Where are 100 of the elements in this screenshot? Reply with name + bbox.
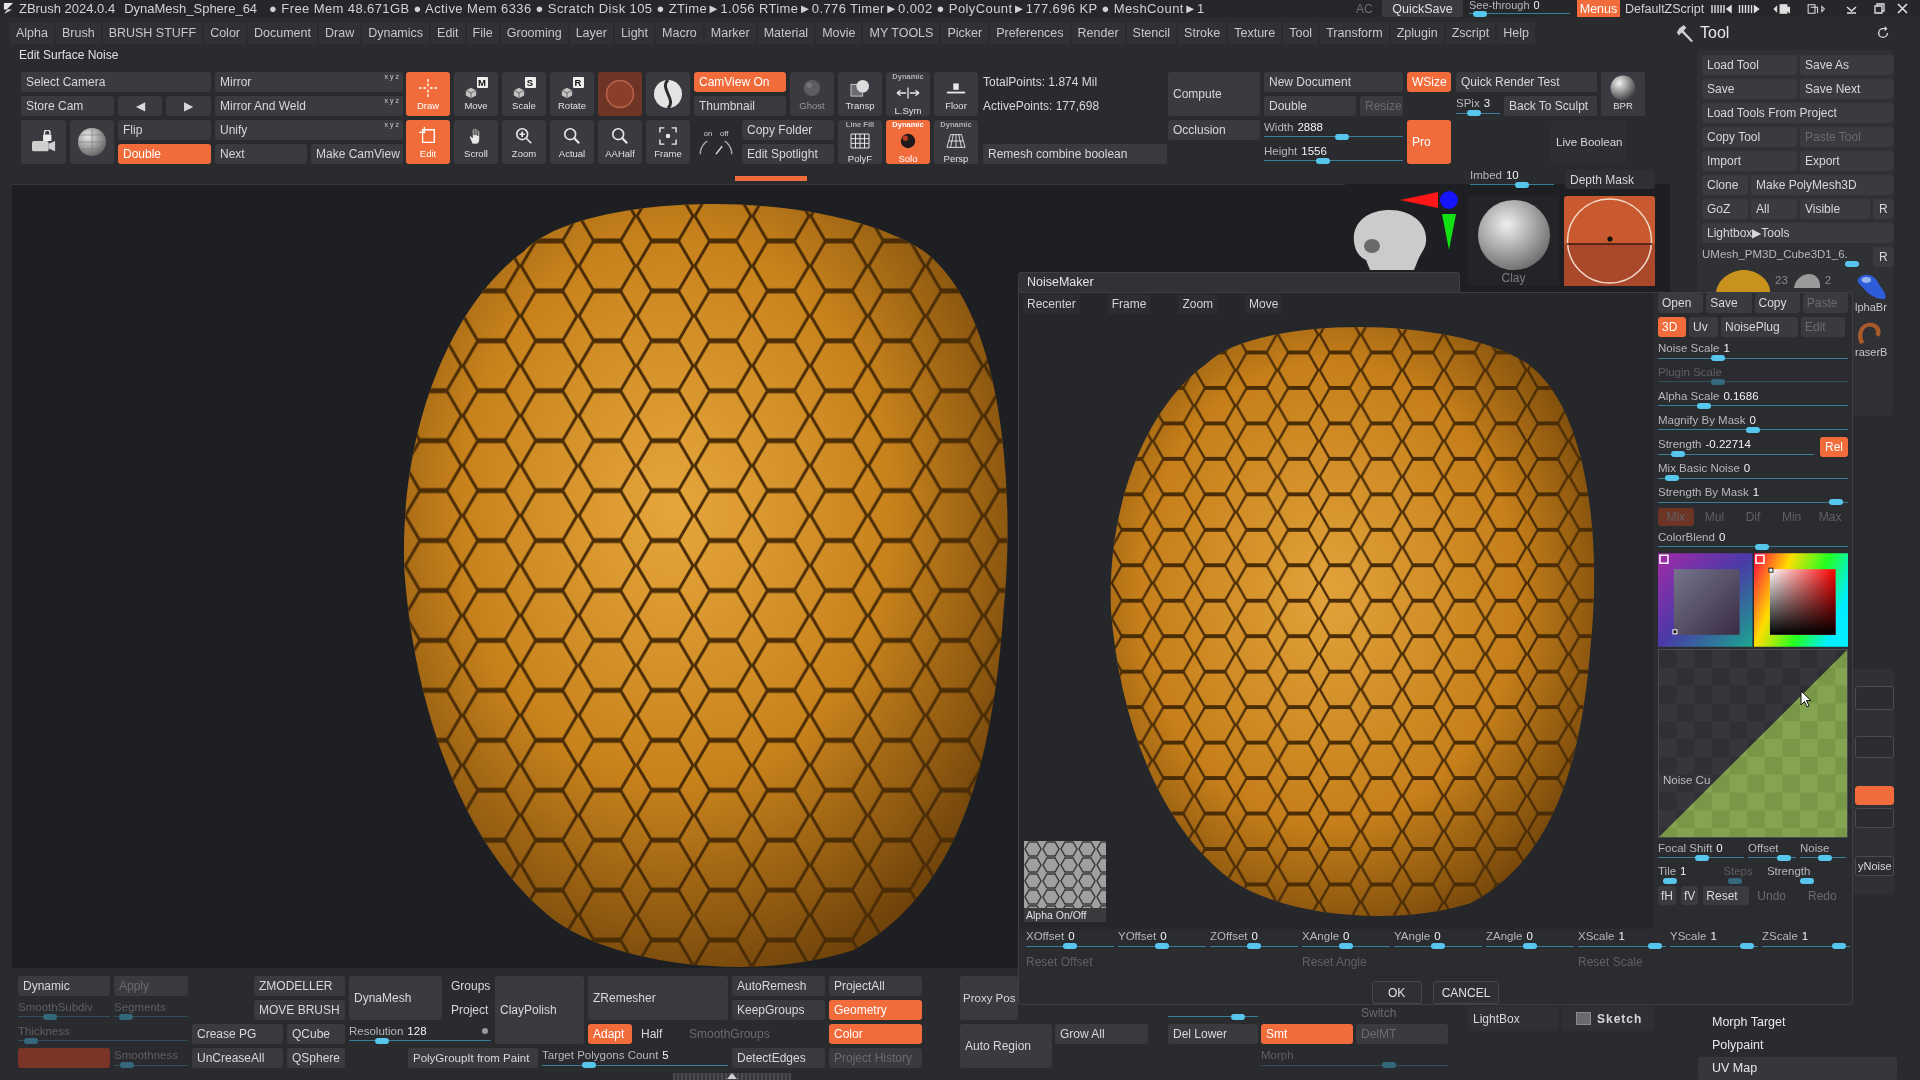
slider-track[interactable] [1762,943,1850,949]
toolbar-button[interactable]: ◀ [118,96,162,116]
slider-thumb[interactable] [1467,110,1482,116]
toolbar-tool-button[interactable]: AAHalf [598,120,642,164]
geometry-button[interactable]: PolyGroupIt from Paint [408,1048,538,1068]
menu-item[interactable]: Alpha [10,22,56,44]
menu-item[interactable]: Preferences [990,22,1072,44]
geometry-button[interactable]: ZRemesher [588,976,728,1020]
dialog-action-button[interactable]: OK [1371,981,1422,1004]
slider-thumb[interactable] [1473,11,1488,17]
minimize-icon[interactable] [1846,3,1857,14]
toolbar-button[interactable]: Compute [1168,72,1260,116]
tool-button[interactable]: Copy Tool [1702,127,1797,147]
toolbar-tool-button[interactable]: Floor [934,72,978,116]
tool-button[interactable]: Make PolyMesh3D [1751,175,1894,195]
loop-brush-icon[interactable] [1855,320,1883,346]
slider-thumb[interactable] [1231,1014,1246,1020]
geometry-button[interactable]: Project [446,1000,491,1020]
toolbar-tool-button[interactable]: Actual [550,120,594,164]
geometry-button[interactable]: Dynamic [18,976,110,996]
slider-thumb[interactable] [1247,943,1261,949]
toolbar-tool-button[interactable]: R Rotate [550,72,594,116]
tool-button[interactable]: Lightbox▶Tools [1702,223,1894,243]
toolbar-button[interactable]: Store Cam [21,96,114,116]
menu-item[interactable]: BRUSH STUFF [102,22,205,44]
menu-item[interactable]: Material [757,22,817,44]
dialog-button[interactable]: Copy [1754,293,1800,313]
menu-item[interactable]: Zscript [1445,22,1498,44]
tool-button[interactable]: Save Next [1800,79,1894,99]
toolbar-icon-button[interactable] [21,120,66,164]
view-button[interactable]: Recenter [1023,294,1080,314]
noise-preview-canvas[interactable]: Recenter Frame Zoom Move Alpha On/Off [1019,293,1653,929]
tool-button[interactable]: Load Tool [1702,55,1797,75]
panel-section-header[interactable]: Morph Target [1698,1011,1897,1034]
menu-item[interactable]: Dynamics [362,22,432,44]
tool-button[interactable]: Load Tools From Project [1702,103,1894,123]
close-icon[interactable] [1897,3,1908,14]
toolbar-button[interactable]: Live Boolean [1551,120,1626,164]
menu-item[interactable]: Brush [56,22,103,44]
slider-thumb[interactable] [1514,182,1529,188]
slider-thumb[interactable] [1828,499,1843,505]
menu-item[interactable]: Grooming [500,22,570,44]
tool-button[interactable]: Save [1702,79,1797,99]
slider-thumb[interactable] [1339,943,1353,949]
stripes-icon[interactable] [1710,2,1732,15]
geometry-button[interactable]: ClayPolish [495,976,584,1044]
menu-item[interactable]: Document [248,22,319,44]
slider-thumb[interactable] [1696,403,1711,409]
toolbar-button[interactable]: Edit Spotlight [742,144,834,164]
toolbar-button[interactable]: Quick Render Test [1456,72,1597,92]
geometry-button[interactable]: Crease PG [192,1024,283,1044]
menu-item[interactable]: Help [1497,22,1537,44]
geometry-button[interactable]: Groups [446,976,491,996]
geometry-button[interactable]: ZMODELLER [254,976,345,996]
slider-thumb[interactable] [1155,943,1169,949]
menu-item[interactable]: Macro [656,22,705,44]
curve-button[interactable]: Reset [1703,886,1750,905]
toolbar-button[interactable]: Copy Folder [742,120,834,140]
menu-item[interactable]: MY TOOLS [863,22,942,44]
menu-item[interactable]: Draw [319,22,363,44]
toolbar-button[interactable]: Make CamView [311,144,403,164]
tool-button[interactable]: All [1751,199,1797,219]
marker-icon[interactable] [1767,567,1773,573]
noise-curve-graph[interactable]: Noise Cu [1658,649,1848,838]
toolbar-tool-button[interactable]: M Move [454,72,498,116]
tool-button[interactable]: Export [1800,151,1894,171]
slider-thumb[interactable] [1710,355,1725,361]
geometry-button[interactable]: UnCreaseAll [192,1048,283,1068]
depth-mask-button[interactable]: Depth Mask [1565,170,1655,189]
subdivision-button[interactable]: LightBox [1468,1006,1559,1031]
menu-item[interactable]: Zplugin [1390,22,1446,44]
menu-item[interactable]: Picker [941,22,991,44]
subtool-thumbnail[interactable] [1791,272,1822,290]
subdivision-button[interactable]: Proxy Pos [960,976,1018,1020]
toolbar-icon-button[interactable] [70,120,114,164]
toolbar-icon-button[interactable] [646,72,690,116]
menu-item[interactable]: Stroke [1178,22,1229,44]
toolbar-button[interactable]: Occlusion [1168,120,1260,140]
slider-thumb[interactable] [1648,943,1663,949]
toolbar-tool-button[interactable]: BPR [1601,72,1645,116]
toolbar-tool-button[interactable]: S Scale [502,72,546,116]
menu-item[interactable]: Stencil [1126,22,1179,44]
subtool-thumbnail[interactable] [1714,269,1772,292]
view-button[interactable]: Frame [1107,294,1151,314]
subdivision-button[interactable]: Grow All [1055,1024,1148,1044]
toolbar-tool-button[interactable]: Scroll [454,120,498,164]
slider-thumb[interactable] [581,1062,596,1068]
dialog-button[interactable]: Save [1706,293,1752,313]
slider-thumb[interactable] [1670,451,1685,457]
geometry-button[interactable]: Half [636,1024,680,1044]
toolbar-tool-button[interactable]: Frame [646,120,690,164]
subdivision-button[interactable]: Auto Region [960,1024,1052,1068]
view-button[interactable]: Zoom [1178,294,1218,314]
menu-item[interactable]: Light [614,22,657,44]
depth-mask-drawing[interactable] [1564,196,1655,286]
menu-item[interactable]: Tool [1283,22,1321,44]
menu-item[interactable]: Texture [1228,22,1284,44]
slider-thumb[interactable] [1063,943,1077,949]
tool-button[interactable]: Save As [1800,55,1894,75]
collapse-handle[interactable] [673,1073,791,1080]
